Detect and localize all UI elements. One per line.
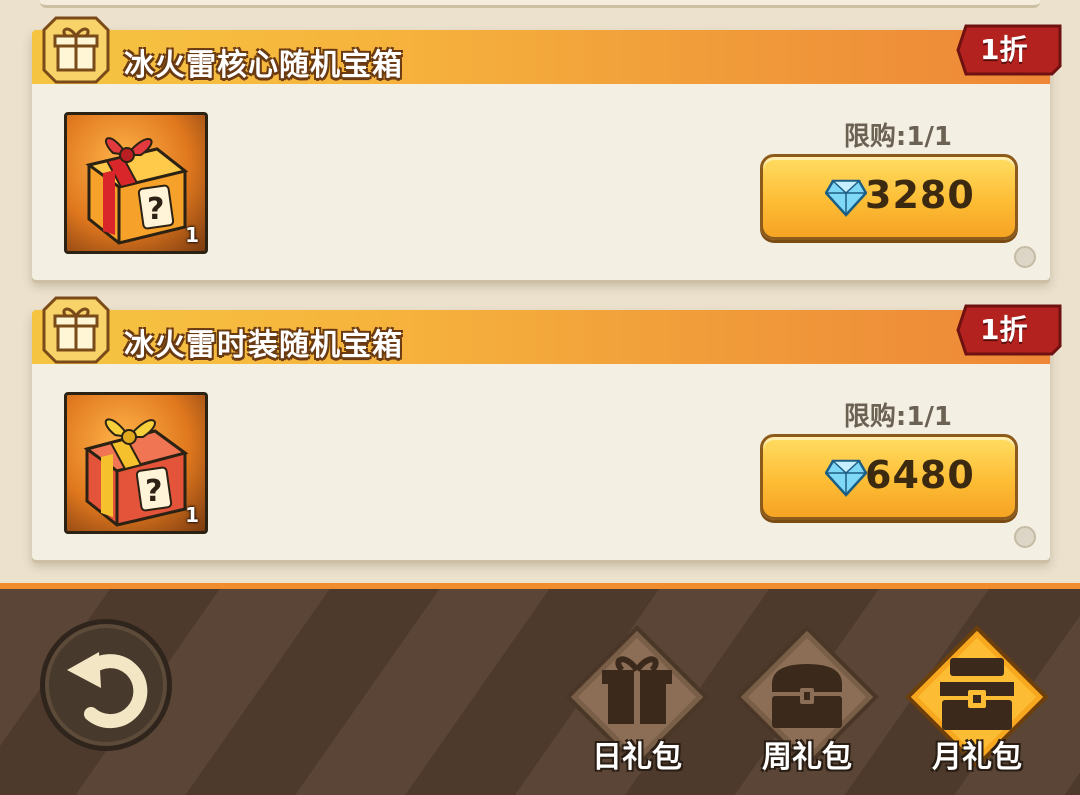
pack-header: 冰火雷时装随机宝箱 [32,310,1050,364]
pack-header: 冰火雷核心随机宝箱 [32,30,1050,84]
pack-title: 冰火雷核心随机宝箱 [124,48,403,83]
tab-label: 周礼包 [762,740,852,775]
gift-badge-icon [42,296,110,364]
price-text: 3280 [865,173,975,217]
tab-label: 月礼包 [932,740,1022,775]
diamond-icon [825,179,867,217]
buy-button[interactable]: 6480 [760,434,1018,520]
bottom-nav-bar: 日礼包 周礼包 月礼包 [0,583,1080,795]
discount-badge: 1折 [956,302,1062,358]
gift-badge-icon [42,16,110,84]
item-count: 1 [185,503,199,527]
screw-decoration [1014,246,1036,268]
diamond-icon [825,459,867,497]
tab-label: 日礼包 [592,740,682,775]
pack-card-1: 冰火雷核心随机宝箱 1折 ? 1 限购:1/1 3280 [32,16,1062,280]
item-slot[interactable]: ? 1 [64,392,208,534]
tab-daily-pack[interactable]: 日礼包 [562,624,712,775]
discount-text: 1折 [980,33,1028,66]
pack-title: 冰火雷时装随机宝箱 [124,328,403,363]
screw-decoration [1014,526,1036,548]
tab-weekly-pack[interactable]: 周礼包 [732,624,882,775]
purchase-limit: 限购:1/1 [843,402,952,432]
back-button[interactable] [40,619,172,751]
previous-card-edge [40,0,1040,8]
discount-text: 1折 [980,313,1028,346]
buy-button[interactable]: 3280 [760,154,1018,240]
pack-card-2: 冰火雷时装随机宝箱 1折 ? 1 限购:1/1 6480 [32,296,1062,560]
tab-monthly-pack[interactable]: 月礼包 [902,624,1052,775]
discount-badge: 1折 [956,22,1062,78]
back-arrow-icon [67,652,148,729]
item-slot[interactable]: ? 1 [64,112,208,254]
price-text: 6480 [865,453,975,497]
svg-text:?: ? [147,192,164,227]
item-count: 1 [185,223,199,247]
purchase-limit: 限购:1/1 [843,122,952,152]
svg-text:?: ? [145,474,162,509]
